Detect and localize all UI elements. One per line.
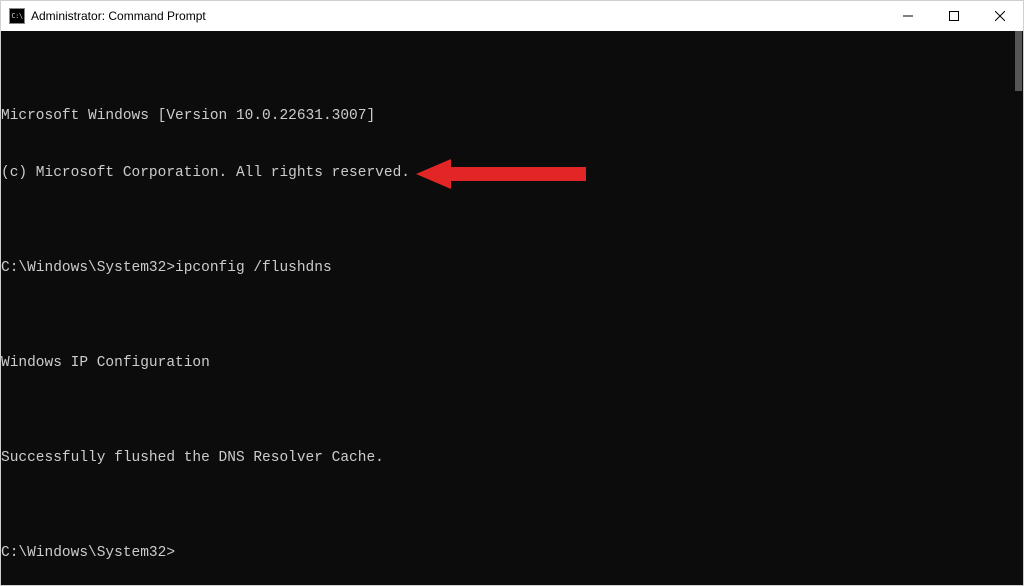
terminal-area[interactable]: Microsoft Windows [Version 10.0.22631.30… — [1, 31, 1023, 585]
window-title: Administrator: Command Prompt — [31, 9, 206, 23]
scrollbar-thumb[interactable] — [1015, 31, 1022, 91]
output-header: Windows IP Configuration — [1, 354, 1023, 373]
titlebar[interactable]: C:\ Administrator: Command Prompt — [1, 1, 1023, 31]
current-prompt: C:\Windows\System32> — [1, 544, 1023, 563]
prompt-path: C:\Windows\System32> — [1, 260, 175, 276]
prompt-line: C:\Windows\System32>ipconfig /flushdns — [1, 259, 1023, 278]
output-success: Successfully flushed the DNS Resolver Ca… — [1, 449, 1023, 468]
close-button[interactable] — [977, 1, 1023, 31]
command-text: ipconfig /flushdns — [175, 260, 332, 276]
maximize-button[interactable] — [931, 1, 977, 31]
copyright-line: (c) Microsoft Corporation. All rights re… — [1, 164, 1023, 183]
version-line: Microsoft Windows [Version 10.0.22631.30… — [1, 107, 1023, 126]
cmd-icon: C:\ — [9, 8, 25, 24]
minimize-button[interactable] — [885, 1, 931, 31]
vertical-scrollbar[interactable] — [1008, 31, 1022, 585]
terminal-output: Microsoft Windows [Version 10.0.22631.30… — [1, 69, 1023, 585]
command-prompt-window: C:\ Administrator: Command Prompt Micros… — [0, 0, 1024, 586]
window-controls — [885, 1, 1023, 31]
